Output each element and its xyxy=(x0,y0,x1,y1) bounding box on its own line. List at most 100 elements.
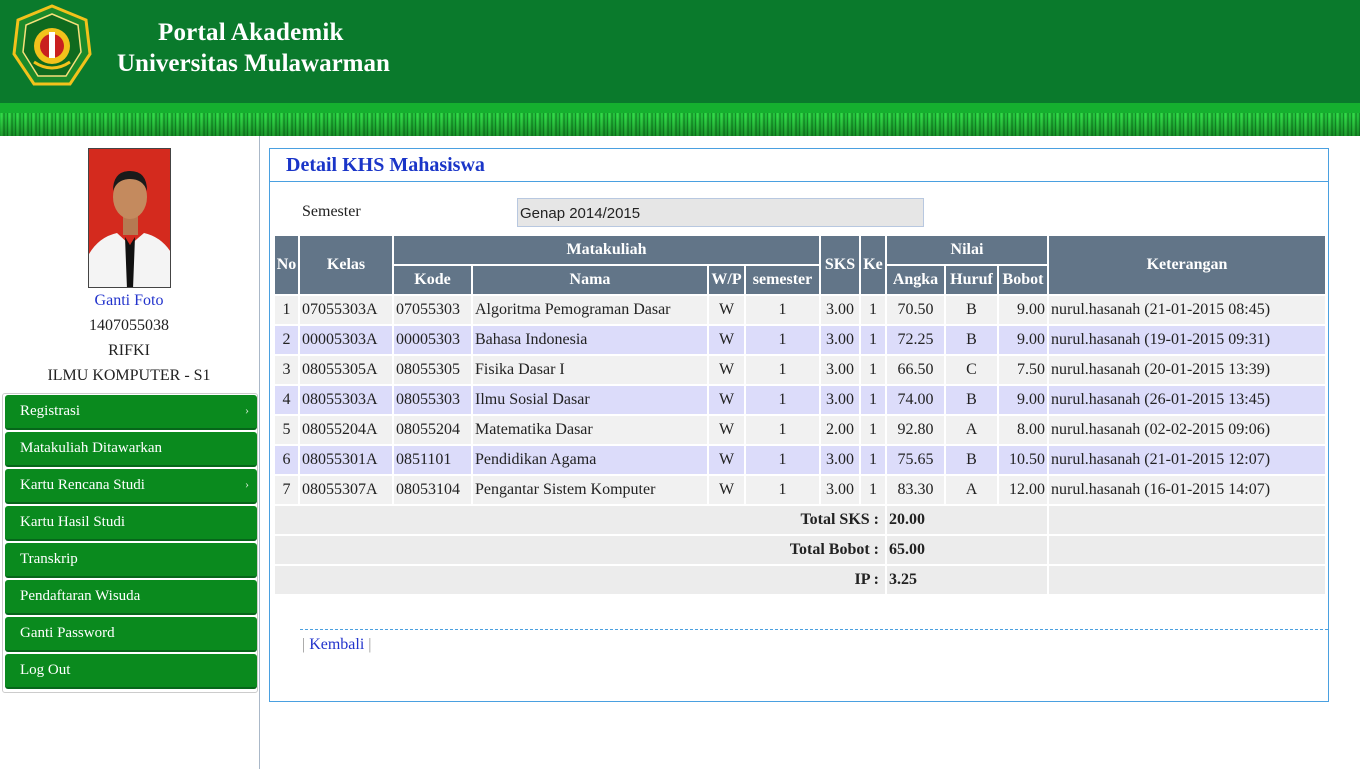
summary-empty-cell xyxy=(1049,506,1325,534)
table-row: 1 07055303A 07055303 Algoritma Pemograma… xyxy=(275,296,1325,324)
cell-kode: 08053104 xyxy=(394,476,471,504)
cell-no: 2 xyxy=(275,326,298,354)
menu-item-kartu-rencana-studi[interactable]: Kartu Rencana Studi › xyxy=(5,469,257,504)
cell-keterangan: nurul.hasanah (21-01-2015 12:07) xyxy=(1049,446,1325,474)
page-title: Detail KHS Mahasiswa xyxy=(286,154,485,176)
change-photo-link[interactable]: Ganti Foto xyxy=(0,292,258,310)
cell-nama: Ilmu Sosial Dasar xyxy=(473,386,707,414)
student-name: RIFKI xyxy=(108,342,150,359)
table-row: 6 08055301A 0851101 Pendidikan Agama W 1… xyxy=(275,446,1325,474)
cell-angka: 75.65 xyxy=(887,446,944,474)
col-header-kelas: Kelas xyxy=(300,236,392,294)
menu-item-kartu-hasil-studi[interactable]: Kartu Hasil Studi xyxy=(5,506,257,541)
cell-semester: 1 xyxy=(746,356,819,384)
cell-no: 4 xyxy=(275,386,298,414)
cell-sks: 3.00 xyxy=(821,356,859,384)
cell-keterangan: nurul.hasanah (20-01-2015 13:39) xyxy=(1049,356,1325,384)
cell-kode: 0851101 xyxy=(394,446,471,474)
cell-wp: W xyxy=(709,296,744,324)
back-link[interactable]: Kembali xyxy=(309,636,364,653)
semester-label: Semester xyxy=(302,203,361,220)
col-header-keterangan: Keterangan xyxy=(1049,236,1325,294)
cell-kelas: 00005303A xyxy=(300,326,392,354)
menu-item-label: Matakuliah Ditawarkan xyxy=(20,440,163,456)
study-program: ILMU KOMPUTER - S1 xyxy=(47,367,211,384)
cell-kode: 00005303 xyxy=(394,326,471,354)
cell-nama: Pengantar Sistem Komputer xyxy=(473,476,707,504)
cell-kelas: 08055303A xyxy=(300,386,392,414)
semester-field[interactable]: Genap 2014/2015 xyxy=(517,198,924,227)
col-header-no: No xyxy=(275,236,298,294)
cell-sks: 3.00 xyxy=(821,326,859,354)
col-header-angka: Angka xyxy=(887,266,944,294)
cell-keterangan: nurul.hasanah (19-01-2015 09:31) xyxy=(1049,326,1325,354)
cell-huruf: B xyxy=(946,296,997,324)
cell-semester: 1 xyxy=(746,446,819,474)
menu-item-log-out[interactable]: Log Out xyxy=(5,654,257,689)
cell-wp: W xyxy=(709,356,744,384)
summary-row-total-bobot: Total Bobot : 65.00 xyxy=(275,536,1325,564)
cell-angka: 74.00 xyxy=(887,386,944,414)
cell-kode: 08055303 xyxy=(394,386,471,414)
menu-item-label: Pendaftaran Wisuda xyxy=(20,588,141,604)
cell-angka: 66.50 xyxy=(887,356,944,384)
cell-nama: Algoritma Pemograman Dasar xyxy=(473,296,707,324)
cell-kode: 08055305 xyxy=(394,356,471,384)
menu-item-registrasi[interactable]: Registrasi › xyxy=(5,395,257,430)
cell-bobot: 9.00 xyxy=(999,326,1047,354)
menu-item-label: Transkrip xyxy=(20,551,78,567)
menu-item-transkrip[interactable]: Transkrip xyxy=(5,543,257,578)
menu-item-pendaftaran-wisuda[interactable]: Pendaftaran Wisuda xyxy=(5,580,257,615)
cell-semester: 1 xyxy=(746,416,819,444)
total-bobot-label: Total Bobot : xyxy=(275,536,885,564)
portal-title: Portal Akademik xyxy=(158,19,344,46)
cell-huruf: B xyxy=(946,386,997,414)
cell-sks: 3.00 xyxy=(821,476,859,504)
cell-kode: 07055303 xyxy=(394,296,471,324)
cell-sks: 3.00 xyxy=(821,386,859,414)
cell-ke: 1 xyxy=(861,356,885,384)
menu-item-ganti-password[interactable]: Ganti Password xyxy=(5,617,257,652)
cell-bobot: 9.00 xyxy=(999,296,1047,324)
menu-item-matakuliah-ditawarkan[interactable]: Matakuliah Ditawarkan xyxy=(5,432,257,467)
cell-semester: 1 xyxy=(746,296,819,324)
university-logo xyxy=(12,4,92,92)
total-sks-label: Total SKS : xyxy=(275,506,885,534)
cell-semester: 1 xyxy=(746,386,819,414)
cell-bobot: 7.50 xyxy=(999,356,1047,384)
link-separator: | xyxy=(368,636,372,653)
cell-keterangan: nurul.hasanah (16-01-2015 14:07) xyxy=(1049,476,1325,504)
col-header-wp: W/P xyxy=(709,266,744,294)
summary-empty-cell xyxy=(1049,536,1325,564)
khs-table: No Kelas Matakuliah SKS Ke Nilai Keteran… xyxy=(273,234,1327,596)
university-name: Universitas Mulawarman xyxy=(117,50,390,77)
cell-no: 5 xyxy=(275,416,298,444)
cell-ke: 1 xyxy=(861,386,885,414)
cell-no: 1 xyxy=(275,296,298,324)
col-header-matakuliah: Matakuliah xyxy=(394,236,819,264)
cell-no: 3 xyxy=(275,356,298,384)
cell-huruf: A xyxy=(946,476,997,504)
cell-semester: 1 xyxy=(746,476,819,504)
main-menu: Registrasi › Matakuliah Ditawarkan Kartu… xyxy=(2,393,258,693)
title-divider xyxy=(270,181,1328,182)
cell-angka: 83.30 xyxy=(887,476,944,504)
cell-wp: W xyxy=(709,476,744,504)
cell-sks: 2.00 xyxy=(821,416,859,444)
khs-detail-panel: Detail KHS Mahasiswa Semester Genap 2014… xyxy=(269,148,1329,702)
cell-wp: W xyxy=(709,416,744,444)
cell-angka: 92.80 xyxy=(887,416,944,444)
cell-keterangan: nurul.hasanah (21-01-2015 08:45) xyxy=(1049,296,1325,324)
chevron-right-icon: › xyxy=(245,403,249,417)
cell-wp: W xyxy=(709,386,744,414)
table-row: 3 08055305A 08055305 Fisika Dasar I W 1 … xyxy=(275,356,1325,384)
ip-value: 3.25 xyxy=(887,566,1047,594)
link-separator: | xyxy=(302,636,306,653)
cell-wp: W xyxy=(709,326,744,354)
cell-angka: 70.50 xyxy=(887,296,944,324)
col-header-sks: SKS xyxy=(821,236,859,294)
cell-no: 6 xyxy=(275,446,298,474)
cell-bobot: 10.50 xyxy=(999,446,1047,474)
col-header-kode: Kode xyxy=(394,266,471,294)
header-decorative-stripe xyxy=(0,103,1360,136)
